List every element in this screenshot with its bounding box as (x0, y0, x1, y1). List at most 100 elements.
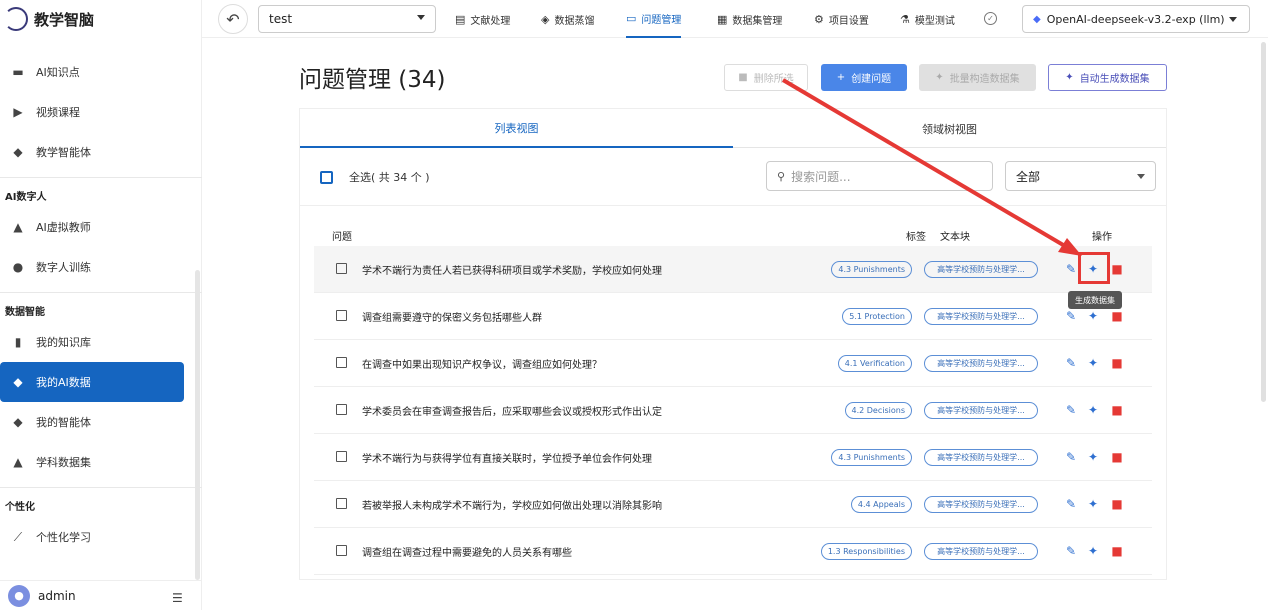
table-row[interactable]: 调查组需要遵守的保密义务包括哪些人群 5.1 Protection 高等学校预防… (314, 293, 1152, 340)
chunk-chip[interactable]: 高等学校预防与处理学... (924, 449, 1038, 466)
table-row[interactable]: 在调查中如果出现知识产权争议，调查组应如何处理？ 4.1 Verificatio… (314, 340, 1152, 387)
tag-chip[interactable]: 4.1 Verification (837, 355, 912, 372)
tab-model-test[interactable]: ⚗ 模型测试 (900, 0, 955, 38)
chunk-chip[interactable]: 高等学校预防与处理学... (924, 496, 1038, 513)
magic-wand-icon[interactable]: ✦ (1084, 448, 1102, 466)
question-text: 学术不端行为与获得学位有直接关联时，学位授予单位会作何处理 (362, 454, 652, 465)
tab-label: 领域树视图 (922, 122, 977, 136)
project-select[interactable]: test (258, 5, 436, 33)
batch-build-dataset-button[interactable]: ✦ 批量构造数据集 (919, 64, 1036, 91)
cube-icon: ◆ (13, 415, 23, 429)
filter-select[interactable]: 全部 (1005, 161, 1156, 191)
magic-wand-icon[interactable]: ✦ (1084, 495, 1102, 513)
chunk-chip[interactable]: 高等学校预防与处理学... (924, 543, 1038, 560)
row-checkbox[interactable] (336, 451, 347, 462)
trash-icon: ■ (738, 72, 748, 83)
table-row[interactable]: 学术不端行为与获得学位有直接关联时，学位授予单位会作何处理 4.3 Punish… (314, 434, 1152, 481)
trash-icon[interactable]: ■ (1108, 354, 1126, 372)
user-avatar-icon[interactable]: ● (8, 584, 30, 607)
tab-questions[interactable]: ▭ 问题管理 (626, 0, 682, 38)
trash-icon[interactable]: ■ (1108, 542, 1126, 560)
sidebar-item-knowledge-base[interactable]: ▮ 我的知识库 (0, 322, 202, 362)
trash-icon[interactable]: ■ (1108, 448, 1126, 466)
sidebar-item-video-course[interactable]: ▶ 视频课程 (0, 92, 202, 132)
section-title-ai: AI数字人 (5, 191, 47, 203)
chunk-chip[interactable]: 高等学校预防与处理学... (924, 308, 1038, 325)
row-checkbox[interactable] (336, 263, 347, 274)
search-input[interactable]: ⚲ 搜索问题... (766, 161, 993, 191)
edit-pencil-icon[interactable]: ✎ (1062, 354, 1080, 372)
sidebar-item-ai-teacher[interactable]: ▲ AI虚拟教师 (0, 207, 202, 247)
tab-label: 问题管理 (641, 14, 682, 26)
trash-icon[interactable]: ■ (1108, 401, 1126, 419)
tab-settings[interactable]: ⚙ 项目设置 (814, 0, 869, 38)
chunk-chip[interactable]: 高等学校预防与处理学... (924, 261, 1038, 278)
magic-wand-icon[interactable]: ✦ (1084, 401, 1102, 419)
tab-distillation[interactable]: ◈ 数据蒸馏 (541, 0, 594, 38)
trash-icon[interactable]: ■ (1108, 307, 1126, 325)
table-row[interactable]: 学术不端行为责任人若已获得科研项目或学术奖励，学校应如何处理 4.3 Punis… (314, 246, 1152, 293)
select-all[interactable]: 全选( 共 34 个 ) (320, 169, 430, 185)
tag-chip[interactable]: 1.3 Responsibilities (820, 543, 912, 560)
table-row[interactable]: 若被举报人未构成学术不端行为，学校应如何做出处理以消除其影响 4.4 Appea… (314, 481, 1152, 528)
edit-pencil-icon[interactable]: ✎ (1062, 495, 1080, 513)
tag-chip[interactable]: 4.3 Punishments (831, 449, 912, 466)
collapse-menu-icon[interactable]: ☰ (172, 591, 183, 605)
edit-pencil-icon[interactable]: ✎ (1062, 307, 1080, 325)
sidebar-item-label: 数字人训练 (36, 261, 91, 274)
sidebar-item-subject-dataset[interactable]: ▲ 学科数据集 (0, 442, 202, 482)
tag-chip[interactable]: 5.1 Protection (842, 308, 912, 325)
magic-wand-icon[interactable]: ✦ (1084, 307, 1102, 325)
graduation-cap-icon: ▲ (13, 455, 23, 469)
table-row[interactable]: 学术委员会在审查调查报告后，应采取哪些会议或授权形式作出认定 4.2 Decis… (314, 387, 1152, 434)
sidebar-item-label: 教学智能体 (36, 146, 91, 159)
delete-selected-button[interactable]: ■ 删除所选 (724, 64, 808, 91)
divider (0, 292, 202, 293)
select-all-checkbox[interactable] (320, 170, 333, 184)
sidebar-item-my-agent[interactable]: ◆ 我的智能体 (0, 402, 202, 442)
edit-pencil-icon[interactable]: ✎ (1062, 542, 1080, 560)
edit-pencil-icon[interactable]: ✎ (1062, 448, 1080, 466)
magic-wand-icon[interactable]: ✦ (1084, 542, 1102, 560)
app-logo[interactable]: 教学智脑 (0, 0, 201, 38)
cube-icon: ◆ (13, 145, 23, 159)
edit-pencil-icon[interactable]: ✎ (1062, 401, 1080, 419)
row-checkbox[interactable] (336, 498, 347, 509)
row-checkbox[interactable] (336, 357, 347, 368)
sidebar-item-digital-training[interactable]: ● 数字人训练 (0, 247, 202, 287)
tab-list-view[interactable]: 列表视图 (300, 109, 733, 148)
annotation-highlight-box (1078, 252, 1110, 284)
chunk-chip[interactable]: 高等学校预防与处理学... (924, 402, 1038, 419)
back-button[interactable]: ↶ (218, 4, 248, 34)
tab-literature[interactable]: ▤ 文献处理 (455, 0, 510, 38)
divider (0, 487, 202, 488)
create-question-button[interactable]: + 创建问题 (821, 64, 907, 91)
tab-tree-view[interactable]: 领域树视图 (733, 109, 1166, 148)
button-label: 批量构造数据集 (949, 74, 1020, 85)
question-text: 学术委员会在审查调查报告后，应采取哪些会议或授权形式作出认定 (362, 407, 662, 418)
trash-icon[interactable]: ■ (1108, 260, 1126, 278)
row-checkbox[interactable] (336, 310, 347, 321)
sidebar-item-teaching-agent[interactable]: ◆ 教学智能体 (0, 132, 202, 172)
model-select[interactable]: ◆ OpenAI-deepseek-v3.2-exp (llm) (1022, 5, 1250, 33)
chunk-chip[interactable]: 高等学校预防与处理学... (924, 355, 1038, 372)
wand-icon: ⟋ (13, 529, 23, 544)
document-icon: ▤ (455, 12, 466, 26)
row-checkbox[interactable] (336, 404, 347, 415)
sidebar-item-ai-knowledge[interactable]: ▬ AI知识点 (0, 52, 202, 92)
tag-chip[interactable]: 4.4 Appeals (850, 496, 912, 513)
sidebar-item-personal-learning[interactable]: ⟋ 个性化学习 (0, 517, 202, 557)
row-checkbox[interactable] (336, 545, 347, 556)
trash-icon[interactable]: ■ (1108, 495, 1126, 513)
auto-generate-dataset-button[interactable]: ✦ 自动生成数据集 (1048, 64, 1167, 91)
check-circle-icon[interactable]: ✓ (984, 12, 997, 25)
tag-chip[interactable]: 4.2 Decisions (844, 402, 912, 419)
magic-wand-icon[interactable]: ✦ (1084, 354, 1102, 372)
tag-chip[interactable]: 4.3 Punishments (831, 261, 912, 278)
tab-datasets[interactable]: ▦ 数据集管理 (717, 0, 782, 38)
page-scrollbar[interactable] (1261, 42, 1266, 402)
sidebar-item-my-ai-data[interactable]: ◆ 我的AI数据 (0, 362, 184, 402)
table-row[interactable]: 调查组在调查过程中需要避免的人员关系有哪些 1.3 Responsibiliti… (314, 528, 1152, 575)
sidebar-scrollbar[interactable] (195, 270, 200, 580)
model-icon: ◆ (1033, 13, 1041, 25)
